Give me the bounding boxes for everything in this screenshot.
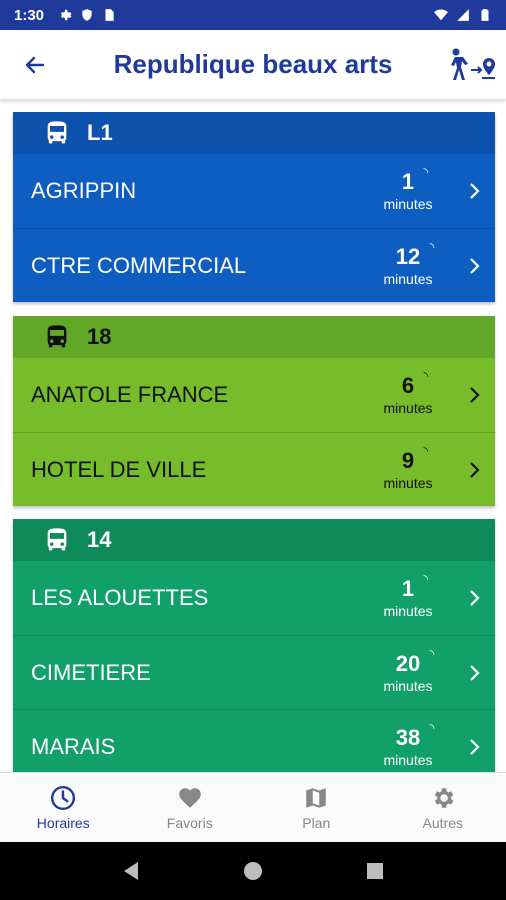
nav-plan[interactable]: Plan: [253, 773, 380, 842]
nav-label: Autres: [422, 814, 463, 831]
system-navigation-bar: [0, 842, 506, 900]
nav-horaires[interactable]: Horaires: [0, 773, 127, 842]
realtime-icon: ◝: [429, 239, 435, 254]
back-triangle-icon[interactable]: [120, 860, 142, 882]
departure-row[interactable]: ANATOLE FRANCE 6 ◝ minutes: [13, 358, 495, 432]
line-card-18: 18 ANATOLE FRANCE 6 ◝ minutes HOTEL DE VI…: [13, 316, 495, 506]
realtime-icon: ◝: [423, 165, 429, 179]
arrow-left-icon: [25, 56, 45, 73]
realtime-icon: ◝: [423, 572, 429, 586]
pedestrian-route-icon: [451, 48, 495, 80]
line-name: L1: [87, 120, 113, 145]
page-title: Republique beaux arts: [113, 49, 393, 79]
departure-row[interactable]: CTRE COMMERCIAL 12 ◝ minutes: [13, 228, 495, 302]
wait-time: 1 ◝ minutes: [373, 572, 443, 619]
line-name: 14: [87, 527, 112, 552]
status-bar: 1:30: [0, 0, 506, 30]
bus-icon: [43, 526, 71, 554]
wait-time: 9 ◝ minutes: [373, 444, 443, 491]
heart-icon: [178, 787, 201, 808]
destination-label: AGRIPPIN: [31, 178, 137, 203]
sd-card-status-icon: [105, 9, 114, 21]
chevron-right-icon: [455, 257, 495, 275]
nav-autres[interactable]: Autres: [380, 773, 506, 842]
destination-label: HOTEL DE VILLE: [31, 456, 207, 482]
minutes-value: 9: [401, 447, 415, 473]
chevron-right-icon: [455, 182, 495, 200]
minutes-unit: minutes: [383, 677, 433, 694]
line-card-l1: L1 AGRIPPIN 1 ◝ minutes CTRE COMMERCIAL 1…: [13, 112, 495, 302]
line-card-14: 14 LES ALOUETTES 1 ◝ minutes CIMETIERE 20…: [13, 519, 495, 772]
screen: 1:30 Republique beaux arts L1 AGRIPPIN 1…: [0, 0, 506, 900]
chevron-right-icon: [455, 664, 495, 682]
minutes-unit: minutes: [383, 751, 433, 768]
wait-time: 20 ◝ minutes: [373, 647, 443, 694]
line-header: L1: [13, 112, 495, 154]
departure-row[interactable]: CIMETIERE 20 ◝ minutes: [13, 635, 495, 709]
chevron-right-icon: [455, 738, 495, 756]
nav-label: Horaires: [36, 814, 90, 831]
bus-icon: [43, 323, 71, 351]
wait-time: 1 ◝ minutes: [373, 165, 443, 212]
bottom-navigation: Horaires Favoris Plan Autres: [0, 772, 506, 842]
departure-row[interactable]: LES ALOUETTES 1 ◝ minutes: [13, 561, 495, 635]
departure-row[interactable]: AGRIPPIN 1 ◝ minutes: [13, 154, 495, 228]
destination-label: LES ALOUETTES: [31, 585, 209, 610]
minutes-unit: minutes: [383, 196, 433, 212]
line-header: 18: [13, 316, 495, 358]
chevron-right-icon: [455, 386, 495, 404]
realtime-icon: ◝: [423, 369, 429, 383]
wait-time: 38 ◝ minutes: [373, 721, 443, 768]
line-header: 14: [13, 519, 495, 561]
minutes-unit: minutes: [383, 400, 433, 416]
nav-favoris[interactable]: Favoris: [127, 773, 254, 842]
realtime-icon: ◝: [423, 443, 429, 458]
minutes-unit: minutes: [383, 270, 433, 287]
departure-row[interactable]: MARAIS 38 ◝ minutes: [13, 709, 495, 772]
line-name: 18: [87, 324, 112, 349]
minutes-value: 1: [401, 169, 415, 194]
departure-row[interactable]: HOTEL DE VILLE 9 ◝ minutes: [13, 432, 495, 506]
minutes-unit: minutes: [383, 474, 433, 491]
nav-label: Plan: [302, 814, 331, 831]
wifi-status-icon: [434, 9, 448, 21]
minutes-value: 20: [395, 650, 421, 676]
chevron-right-icon: [455, 461, 495, 479]
clock-icon: [51, 785, 76, 810]
realtime-icon: ◝: [429, 720, 435, 735]
destination-label: MARAIS: [31, 733, 116, 759]
gear-icon: [434, 787, 454, 808]
home-circle-icon[interactable]: [242, 860, 264, 882]
minutes-value: 1: [401, 576, 415, 601]
settings-status-icon: [60, 9, 72, 21]
map-icon: [306, 787, 326, 808]
signal-status-icon: [457, 9, 469, 21]
departures-list: L1 AGRIPPIN 1 ◝ minutes CTRE COMMERCIAL 1…: [0, 100, 506, 772]
status-time: 1:30: [14, 6, 45, 24]
app-bar: Republique beaux arts: [0, 30, 506, 100]
minutes-value: 38: [395, 724, 421, 750]
destination-label: CTRE COMMERCIAL: [31, 252, 247, 278]
realtime-icon: ◝: [429, 646, 435, 661]
minutes-value: 12: [395, 243, 421, 269]
walk-to-stop-button[interactable]: [436, 30, 506, 100]
wait-time: 6 ◝ minutes: [373, 369, 443, 416]
nav-label: Favoris: [166, 814, 213, 831]
chevron-right-icon: [455, 589, 495, 607]
minutes-value: 6: [401, 373, 415, 398]
minutes-unit: minutes: [383, 603, 433, 619]
wait-time: 12 ◝ minutes: [373, 240, 443, 287]
battery-status-icon: [481, 9, 489, 21]
back-button[interactable]: [0, 30, 70, 100]
recents-square-icon[interactable]: [364, 860, 386, 882]
destination-label: CIMETIERE: [31, 659, 151, 685]
bus-icon: [43, 119, 71, 147]
destination-label: ANATOLE FRANCE: [31, 382, 229, 407]
shield-status-icon: [82, 9, 92, 21]
